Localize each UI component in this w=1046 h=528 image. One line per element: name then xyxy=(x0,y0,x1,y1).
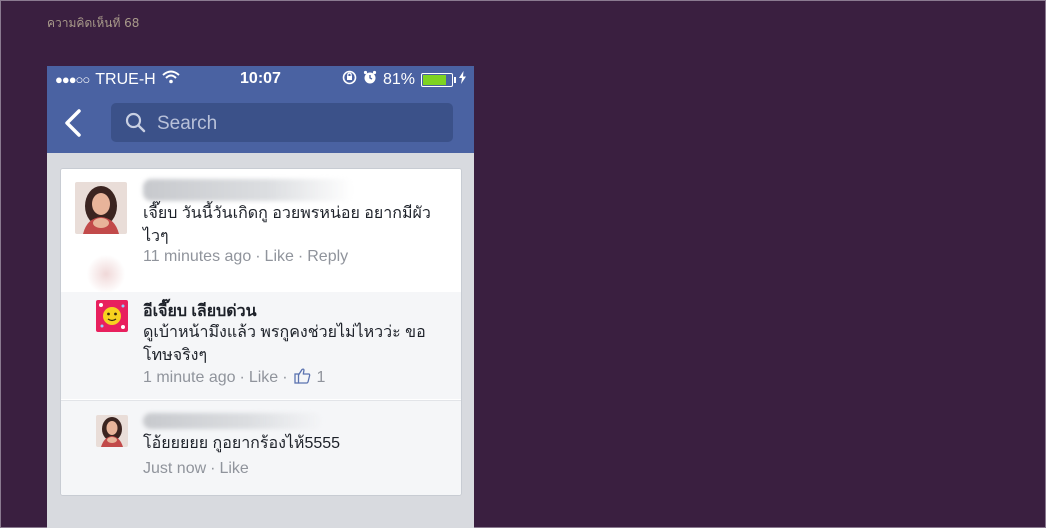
like-count: 1 xyxy=(316,369,326,386)
chevron-left-icon xyxy=(65,109,81,137)
comment-time: 1 minute ago xyxy=(143,369,236,386)
reply-link[interactable]: Reply xyxy=(307,248,348,266)
search-icon xyxy=(125,112,146,137)
alarm-icon xyxy=(363,70,377,90)
facebook-header: ●●●○○ TRUE-H 10:07 81% xyxy=(47,66,474,153)
like-link[interactable]: Like xyxy=(219,460,248,478)
phone-screenshot: ●●●○○ TRUE-H 10:07 81% Search เจี๊ยบ วัน… xyxy=(47,66,474,528)
status-right: 81% xyxy=(342,70,466,90)
comment-item: โอ้ยยยยย กูอยากร้องไห้5555 Just now · Li… xyxy=(61,400,461,495)
page-caption: ความคิดเห็นที่ 68 xyxy=(47,16,140,30)
comment-item: เจี๊ยบ วันนี้วันเกิดกู อวยพรหน่อย อยากมี… xyxy=(61,169,461,294)
comment-item: อีเจี๊ยบ เลียบด่วน ดูเบ้าหน้ามึงแล้ว พรก… xyxy=(61,292,461,399)
author-name-blurred xyxy=(143,179,353,201)
avatar[interactable] xyxy=(75,182,127,234)
comment-meta: 1 minute ago · Like · 1 xyxy=(143,367,325,389)
comment-time: Just now xyxy=(143,460,207,477)
author-name-blurred xyxy=(143,413,323,429)
battery-fill xyxy=(423,75,446,85)
like-link[interactable]: Like xyxy=(265,248,294,266)
back-button[interactable] xyxy=(63,106,87,140)
comment-text: เจี๊ยบ วันนี้วันเกิดกู อวยพรหน่อย อยากมี… xyxy=(143,205,431,245)
comment-meta: Just now · Like xyxy=(143,460,249,478)
comment-text: โอ้ยยยยย กูอยากร้องไห้5555 xyxy=(143,435,341,452)
comments-card: เจี๊ยบ วันนี้วันเกิดกู อวยพรหน่อย อยากมี… xyxy=(60,168,462,496)
battery-icon xyxy=(421,73,456,87)
comment-time: 11 minutes ago xyxy=(143,248,252,265)
image-artifact xyxy=(87,254,125,294)
like-link[interactable]: Like xyxy=(249,369,278,387)
status-bar: ●●●○○ TRUE-H 10:07 81% xyxy=(47,66,474,94)
battery-percent: 81% xyxy=(382,71,415,88)
search-bar[interactable] xyxy=(111,103,453,144)
charging-icon xyxy=(459,71,466,89)
comment-text: ดูเบ้าหน้ามึงแล้ว พรกูคงช่วยไม่ไหวว่ะ ขอ… xyxy=(143,324,426,364)
thumbs-up-icon xyxy=(293,367,311,389)
rotation-lock-icon xyxy=(342,70,357,90)
search-input[interactable] xyxy=(155,103,439,144)
comment-meta: 11 minutes ago · Like · Reply xyxy=(143,248,349,266)
avatar[interactable] xyxy=(96,300,128,332)
avatar[interactable] xyxy=(96,415,128,447)
